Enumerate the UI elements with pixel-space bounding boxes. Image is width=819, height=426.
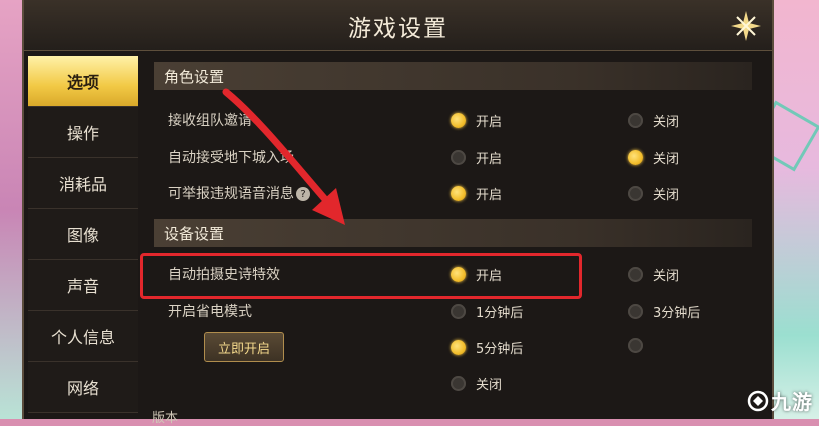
sidebar-item-graphics[interactable]: 图像	[28, 209, 138, 260]
watermark: 九游	[747, 386, 813, 415]
radio-selected-icon	[628, 150, 643, 165]
row-label-power-save: 开启省电模式	[168, 304, 252, 320]
power-save-extra-radio[interactable]	[628, 338, 653, 353]
report-voice-off-radio[interactable]: 关闭	[628, 184, 679, 203]
close-button[interactable]	[726, 6, 766, 46]
row-label-dungeon-entry: 自动接受地下城入场	[168, 150, 294, 166]
dungeon-entry-on-radio[interactable]: 开启	[451, 148, 502, 167]
sidebar-item-sound[interactable]: 声音	[28, 260, 138, 311]
row-label-team-invite: 接收组队邀请	[168, 113, 252, 129]
settings-window: 游戏设置 选项 操作 消耗品 图像 声音 个人信息 网络 角色设置 接收组队邀请…	[22, 0, 774, 426]
report-voice-on-radio[interactable]: 开启	[451, 184, 502, 203]
sidebar-item-controls[interactable]: 操作	[28, 107, 138, 158]
power-save-1min-radio[interactable]: 1分钟后	[451, 302, 523, 321]
section-device-header: 设备设置	[154, 219, 752, 247]
settings-content: 角色设置 接收组队邀请 开启 关闭 自动接受地下城入场 开启 关闭 可举报违规语…	[154, 62, 760, 419]
power-save-now-button[interactable]: 立即开启	[204, 332, 284, 362]
power-save-off-radio[interactable]: 关闭	[451, 374, 502, 393]
epic-capture-off-radio[interactable]: 关闭	[628, 265, 679, 284]
radio-unselected-icon	[451, 304, 466, 319]
team-invite-off-radio[interactable]: 关闭	[628, 111, 679, 130]
radio-unselected-icon	[628, 267, 643, 282]
radio-selected-icon	[451, 113, 466, 128]
sidebar-item-profile[interactable]: 个人信息	[28, 311, 138, 362]
version-label: 版本	[152, 411, 179, 426]
brand-logo-icon	[747, 390, 769, 411]
title-bar: 游戏设置	[24, 0, 772, 51]
radio-selected-icon	[451, 186, 466, 201]
section-role-header: 角色设置	[154, 62, 752, 90]
radio-unselected-icon	[628, 304, 643, 319]
close-icon	[731, 11, 761, 41]
radio-unselected-icon	[628, 338, 643, 353]
row-label-report-voice: 可举报违规语音消息?	[168, 183, 310, 203]
window-title: 游戏设置	[348, 16, 448, 42]
radio-unselected-icon	[628, 113, 643, 128]
radio-unselected-icon	[451, 376, 466, 391]
radio-unselected-icon	[451, 150, 466, 165]
power-save-5min-radio[interactable]: 5分钟后	[451, 338, 523, 357]
highlight-box	[140, 253, 582, 299]
sidebar: 选项 操作 消耗品 图像 声音 个人信息 网络	[28, 56, 138, 419]
sidebar-item-options[interactable]: 选项	[28, 56, 138, 107]
team-invite-on-radio[interactable]: 开启	[451, 111, 502, 130]
sidebar-item-network[interactable]: 网络	[28, 362, 138, 413]
radio-unselected-icon	[628, 186, 643, 201]
help-icon[interactable]: ?	[296, 187, 310, 201]
sidebar-item-consumables[interactable]: 消耗品	[28, 158, 138, 209]
dungeon-entry-off-radio[interactable]: 关闭	[628, 148, 679, 167]
power-save-3min-radio[interactable]: 3分钟后	[628, 302, 700, 321]
radio-selected-icon	[451, 340, 466, 355]
